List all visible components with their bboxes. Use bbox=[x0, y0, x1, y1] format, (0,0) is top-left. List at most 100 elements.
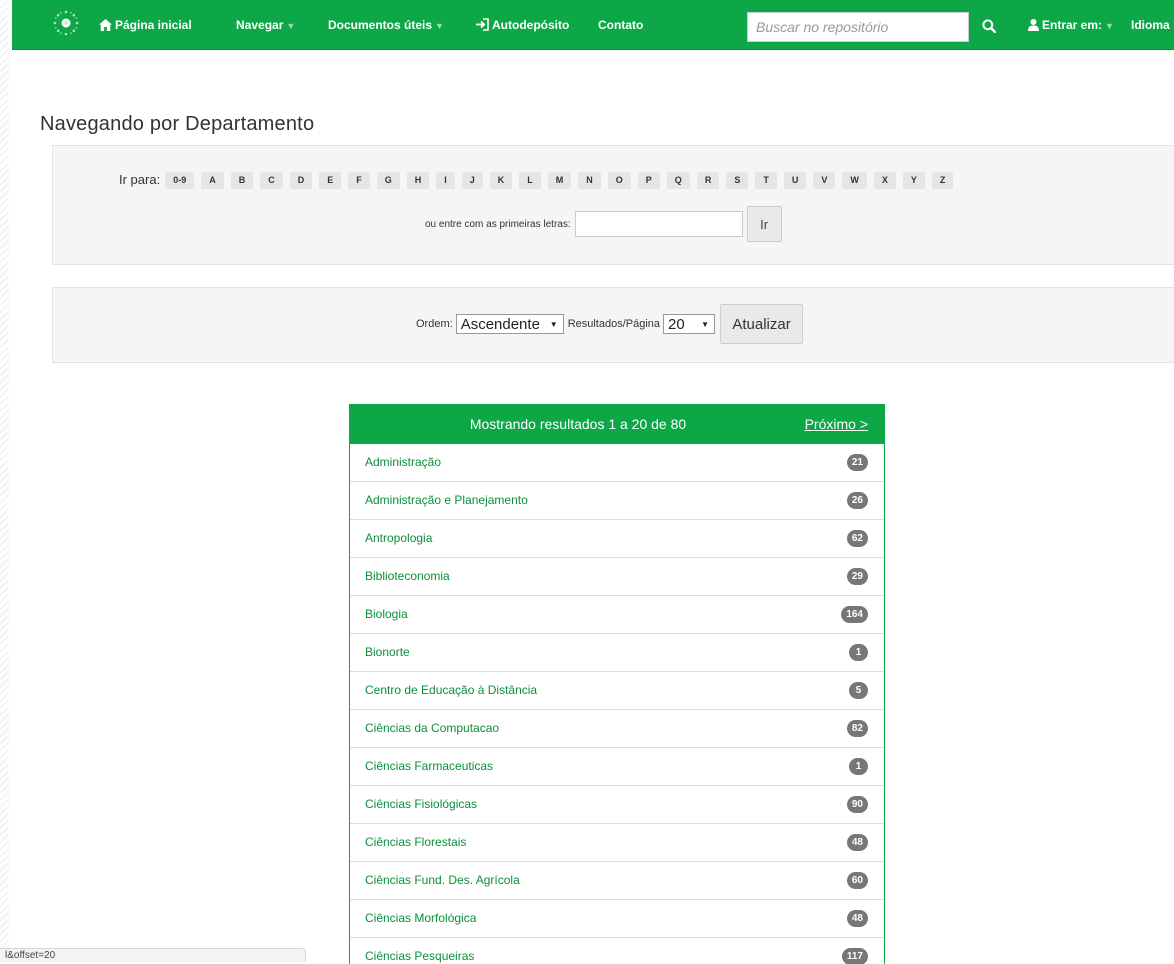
letter-button[interactable]: P bbox=[637, 171, 660, 189]
count-badge: 60 bbox=[846, 872, 868, 889]
letter-button[interactable]: E bbox=[319, 171, 342, 189]
search-icon bbox=[982, 18, 997, 33]
letter-button[interactable]: K bbox=[489, 171, 513, 189]
nav-docs[interactable]: Documentos úteis ▼ bbox=[328, 0, 444, 50]
letter-button[interactable]: R bbox=[696, 171, 720, 189]
count-badge: 48 bbox=[846, 834, 868, 851]
letter-list: 0-9 A B C D E F G H I J K L M N O P Q R S T U V W X Y Z bbox=[165, 170, 960, 189]
table-row: Ciências Farmaceuticas 1 bbox=[350, 748, 884, 786]
count-badge: 90 bbox=[846, 796, 868, 813]
department-link[interactable]: Administração e Planejamento bbox=[365, 482, 528, 519]
department-link[interactable]: Ciências Fisiológicas bbox=[365, 786, 477, 823]
letter-button[interactable]: V bbox=[813, 171, 836, 189]
browser-status-bar: l&offset=20 bbox=[0, 948, 306, 962]
order-label: Ordem: bbox=[416, 318, 453, 330]
order-select[interactable]: Ascendente ▼ bbox=[455, 314, 564, 334]
letter-button[interactable]: U bbox=[783, 171, 807, 189]
department-link[interactable]: Ciências Pesqueiras bbox=[365, 938, 474, 964]
count-badge: 26 bbox=[846, 492, 868, 509]
department-link[interactable]: Ciências Morfológica bbox=[365, 900, 476, 937]
department-link[interactable]: Antropologia bbox=[365, 520, 432, 557]
nav-home[interactable]: Página inicial bbox=[99, 0, 192, 50]
letter-button[interactable]: I bbox=[436, 171, 455, 189]
letter-button[interactable]: L bbox=[519, 171, 541, 189]
caret-down-icon: ▼ bbox=[286, 21, 296, 31]
table-row: Ciências Morfológica 48 bbox=[350, 900, 884, 938]
letter-button[interactable]: Q bbox=[666, 171, 690, 189]
page-title: Navegando por Departamento bbox=[40, 113, 315, 135]
nav-browse[interactable]: Navegar ▼ bbox=[236, 0, 295, 50]
count-badge: 82 bbox=[846, 720, 868, 737]
sign-in-icon bbox=[476, 18, 489, 31]
count-badge: 29 bbox=[846, 568, 868, 585]
go-button[interactable]: Ir bbox=[746, 206, 782, 242]
search-input[interactable] bbox=[747, 12, 969, 42]
nav-selfdeposit[interactable]: Autodepósito bbox=[475, 0, 569, 50]
table-row: Ciências Fund. Des. Agrícola 60 bbox=[350, 862, 884, 900]
count-badge: 21 bbox=[846, 454, 868, 471]
letter-button[interactable]: X bbox=[873, 171, 896, 189]
letter-button[interactable]: B bbox=[230, 171, 254, 189]
results-list: Mostrando resultados 1 a 20 de 80 Próxim… bbox=[349, 404, 885, 964]
department-link[interactable]: Centro de Educação à Distância bbox=[365, 672, 537, 709]
order-panel: Ordem: Ascendente ▼ Resultados/Página 20… bbox=[52, 287, 1174, 363]
letter-button[interactable]: J bbox=[461, 171, 483, 189]
letter-button[interactable]: O bbox=[607, 171, 631, 189]
results-per-page-label: Resultados/Página bbox=[567, 318, 661, 330]
letter-button[interactable]: W bbox=[842, 171, 867, 189]
table-row: Ciências Fisiológicas 90 bbox=[350, 786, 884, 824]
letter-button[interactable]: A bbox=[201, 171, 224, 189]
nav-login[interactable]: Entrar em: ▼ bbox=[1028, 0, 1114, 50]
caret-down-icon: ▼ bbox=[435, 21, 444, 31]
department-link[interactable]: Bionorte bbox=[365, 634, 410, 671]
results-rows: Administração 21 Administração e Planejame… bbox=[350, 444, 884, 964]
nav-login-label: Entrar em: bbox=[1042, 18, 1103, 32]
home-icon bbox=[99, 19, 112, 31]
letter-jump-row: Ir para: 0-9 A B C D E F G H I J K L M N O P Q R S T U V W X Y Z bbox=[119, 169, 960, 189]
count-badge: 1 bbox=[849, 758, 868, 775]
user-icon bbox=[1028, 19, 1039, 31]
top-navbar: Página inicial Navegar ▼ Documentos úteis… bbox=[12, 0, 1174, 50]
letter-button[interactable]: S bbox=[726, 171, 749, 189]
letter-button[interactable]: F bbox=[348, 171, 370, 189]
count-badge: 5 bbox=[849, 682, 868, 699]
count-badge: 1 bbox=[849, 644, 868, 661]
letter-button[interactable]: T bbox=[755, 171, 777, 189]
nav-contact[interactable]: Contato bbox=[598, 0, 643, 50]
letter-button[interactable]: Z bbox=[931, 171, 954, 189]
results-header: Mostrando resultados 1 a 20 de 80 Próxim… bbox=[350, 405, 884, 444]
next-page-link[interactable]: Próximo > bbox=[805, 405, 868, 444]
nav-selfdeposit-label: Autodepósito bbox=[492, 18, 570, 32]
letter-button[interactable]: H bbox=[406, 171, 430, 189]
results-caption: Mostrando resultados 1 a 20 de 80 bbox=[469, 416, 687, 432]
department-link[interactable]: Ciências Farmaceuticas bbox=[365, 748, 493, 785]
table-row: Biologia 164 bbox=[350, 596, 884, 634]
letter-button[interactable]: N bbox=[578, 171, 601, 189]
department-link[interactable]: Administração bbox=[365, 444, 441, 481]
department-link[interactable]: Ciências Florestais bbox=[365, 824, 466, 861]
table-row: Antropologia 62 bbox=[350, 520, 884, 558]
letter-button[interactable]: C bbox=[260, 171, 283, 189]
results-per-page-select[interactable]: 20 ▼ bbox=[663, 314, 716, 334]
department-link[interactable]: Biblioteconomia bbox=[365, 558, 450, 595]
letter-button[interactable]: G bbox=[376, 171, 400, 189]
starts-with-input[interactable] bbox=[574, 211, 743, 237]
letter-button[interactable]: D bbox=[289, 171, 313, 189]
letter-button[interactable]: 0-9 bbox=[165, 171, 195, 189]
department-link[interactable]: Ciências da Computacao bbox=[365, 710, 499, 747]
department-link[interactable]: Biologia bbox=[365, 596, 408, 633]
nav-docs-label: Documentos úteis bbox=[328, 18, 433, 32]
table-row: Biblioteconomia 29 bbox=[350, 558, 884, 596]
nav-contact-label: Contato bbox=[598, 18, 644, 32]
repository-logo-icon[interactable] bbox=[52, 9, 80, 37]
nav-language[interactable]: Idioma bbox=[1131, 0, 1170, 50]
results-per-page-value: 20 bbox=[668, 315, 685, 333]
nav-home-label: Página inicial bbox=[115, 18, 192, 32]
letter-button[interactable]: M bbox=[547, 171, 572, 189]
department-link[interactable]: Ciências Fund. Des. Agrícola bbox=[365, 862, 520, 899]
update-button[interactable]: Atualizar bbox=[720, 304, 804, 344]
count-badge: 62 bbox=[846, 530, 868, 547]
letter-button[interactable]: Y bbox=[902, 171, 925, 189]
jump-to-panel: Ir para: 0-9 A B C D E F G H I J K L M N O P Q R S T U V W X Y Z o… bbox=[52, 145, 1174, 265]
search-button[interactable] bbox=[974, 12, 1004, 42]
